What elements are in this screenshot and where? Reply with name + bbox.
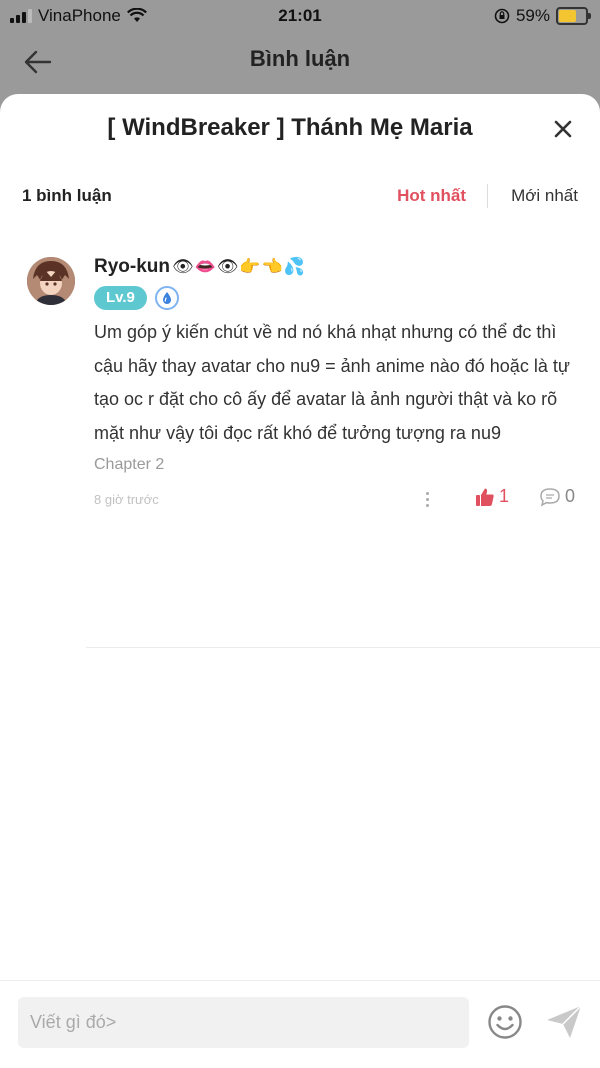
comment-input-bar [0,980,600,1068]
status-bar: VinaPhone 21:01 59% [0,0,600,32]
emoji-icon[interactable] [487,1004,523,1040]
thumbs-up-icon [476,488,494,506]
comment-chapter[interactable]: Chapter 2 [94,456,580,474]
drop-icon [162,292,171,304]
signal-icon [10,9,32,23]
chat-bubble-icon [540,487,560,506]
carrier-name: VinaPhone [38,6,121,25]
comment-count: 1 bình luận [22,186,112,205]
battery-percent: 59% [515,6,550,25]
reply-button[interactable]: 0 [539,486,575,507]
badge-row: Lv.9 [94,286,580,310]
comment-text: Um góp ý kiến chút về nd nó khá nhạt như… [94,322,570,443]
comment-body: Ryo-kun 👁👄👁👉👈💦 Lv.9 Um góp ý kiến chút v… [94,252,580,514]
comment-footer: 8 giờ trước 1 0 [94,484,580,514]
battery-fill [559,10,576,22]
like-count: 1 [499,486,510,506]
app-header: Bình luận [0,32,600,92]
sort-new-tab[interactable]: Mới nhất [511,186,578,206]
like-button[interactable]: 1 [475,486,509,507]
verified-badge-icon [154,286,179,310]
more-options-icon[interactable] [420,488,434,510]
username-emoji: 👁👄👁👉👈💦 [172,257,306,277]
comment-divider [86,647,600,648]
battery-icon [556,7,591,25]
comment-item: Ryo-kun 👁👄👁👉👈💦 Lv.9 Um góp ý kiến chút v… [0,252,600,648]
comment-username[interactable]: Ryo-kun [94,256,170,278]
sheet-title: [ WindBreaker ] Thánh Mẹ Maria [107,114,473,141]
comment-sheet: [ WindBreaker ] Thánh Mẹ Maria 1 bình lu… [0,94,600,1068]
comment-time: 8 giờ trước [94,492,159,507]
orientation-lock-icon [494,8,510,24]
close-button[interactable] [548,114,578,144]
avatar-image [27,257,75,305]
reply-count: 0 [565,486,576,506]
comment-header: Ryo-kun 👁👄👁👉👈💦 [94,252,580,282]
comment-toolbar: 1 bình luận Hot nhất Mới nhất [0,182,600,212]
level-badge: Lv.9 [94,286,147,310]
page-title: Bình luận [249,46,351,71]
send-icon[interactable] [544,1003,584,1041]
status-left: VinaPhone [0,6,147,26]
close-icon [554,120,572,138]
status-right: 59% [494,6,600,26]
sort-hot-tab[interactable]: Hot nhất [397,186,466,206]
comment-input[interactable] [18,997,469,1048]
wifi-icon [126,8,147,22]
sort-divider [487,184,488,208]
avatar[interactable] [27,257,75,305]
